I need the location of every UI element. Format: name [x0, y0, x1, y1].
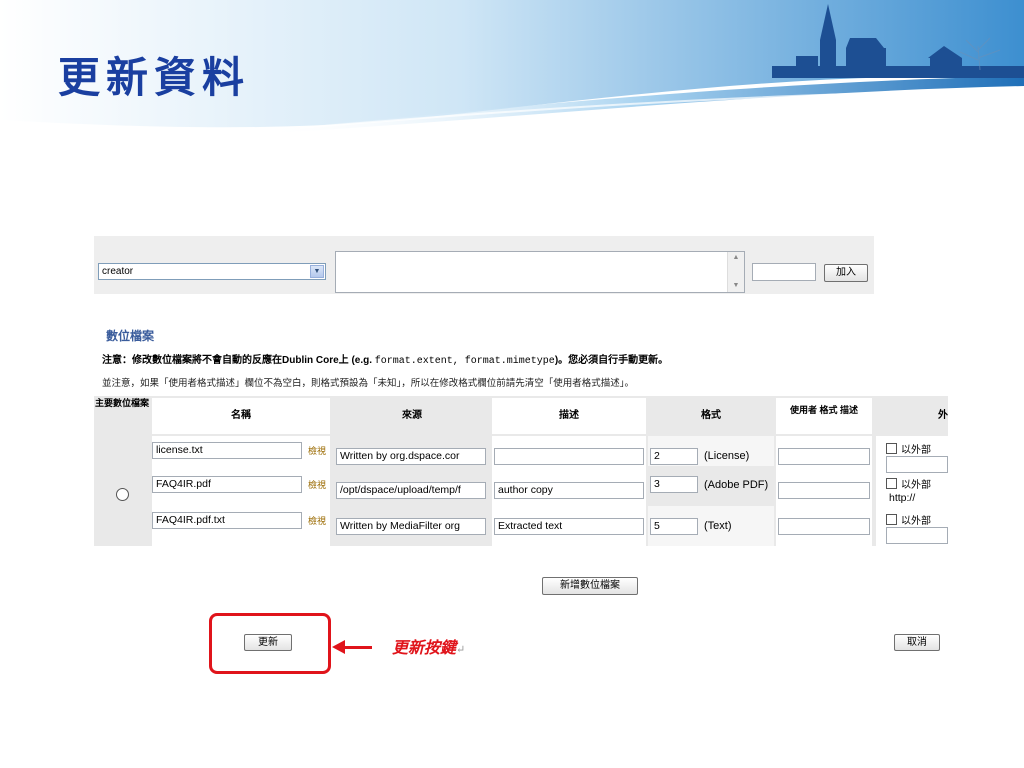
- primary-bitstream-radio[interactable]: [116, 488, 129, 501]
- bitstream-description-input[interactable]: author copy: [494, 482, 644, 499]
- add-bitstream-button[interactable]: 新增數位檔案: [542, 577, 638, 595]
- metadata-field-select-value: creator: [102, 266, 134, 277]
- col-header-name: 名稱: [152, 398, 330, 434]
- external-checkbox[interactable]: [886, 478, 897, 489]
- chevron-down-icon[interactable]: ▼: [310, 265, 324, 278]
- note-code: format.extent, format.mimetype: [374, 356, 555, 367]
- external-url-input[interactable]: [886, 527, 948, 544]
- metadata-field-select[interactable]: creator ▼: [98, 263, 326, 280]
- bitstreams-table: 主要數位檔案 名稱 來源 描述 格式 使用者 格式 描述 外 license.t…: [94, 396, 948, 546]
- scroll-up-icon[interactable]: ▲: [728, 252, 744, 264]
- bitstream-format-id-input[interactable]: 2: [650, 448, 698, 465]
- user-format-input[interactable]: [778, 482, 870, 499]
- note-prefix: 注意：修改數位檔案將不會自動的反應在Dublin Core上 (e.g.: [102, 355, 375, 366]
- bitstreams-secondary-note: 並注意，如果「使用者格式描述」欄位不為空白，則格式預設為「未知」，所以在修改格式…: [102, 378, 635, 389]
- bitstream-format-label: (Adobe PDF): [704, 479, 769, 491]
- bitstream-source-input[interactable]: Written by MediaFilter org: [336, 518, 486, 535]
- return-mark: ↵: [456, 643, 466, 656]
- bitstream-name-input[interactable]: license.txt: [152, 442, 302, 459]
- bitstream-description-input[interactable]: [494, 448, 644, 465]
- update-button[interactable]: 更新: [244, 634, 292, 651]
- textarea-scrollbar[interactable]: ▲ ▼: [727, 252, 744, 292]
- callout-arrow-shaft: [344, 646, 372, 649]
- col-header-primary: 主要數位檔案: [94, 398, 149, 408]
- slide-title: 更新資料: [58, 53, 251, 102]
- bitstreams-heading: 數位檔案: [106, 329, 155, 343]
- external-url-input[interactable]: http://: [886, 491, 948, 508]
- col-header-source: 來源: [402, 410, 422, 421]
- user-format-input[interactable]: [778, 448, 870, 465]
- metadata-language-input[interactable]: [752, 263, 816, 281]
- bitstreams-note: 注意：修改數位檔案將不會自動的反應在Dublin Core上 (e.g. for…: [102, 351, 668, 367]
- bitstream-description-input[interactable]: Extracted text: [494, 518, 644, 535]
- note-suffix: )。您必須自行手動更新。: [554, 355, 669, 366]
- view-link[interactable]: 檢視: [308, 514, 326, 527]
- add-metadata-button[interactable]: 加入: [824, 264, 868, 282]
- scroll-down-icon[interactable]: ▼: [728, 280, 744, 292]
- metadata-add-row: creator ▼ ▲ ▼ 加入: [94, 236, 874, 294]
- external-url-input[interactable]: [886, 456, 948, 473]
- col-header-user-format: 使用者 格式 描述: [776, 398, 872, 434]
- external-checkbox[interactable]: [886, 514, 897, 525]
- view-link[interactable]: 檢視: [308, 444, 326, 457]
- bitstream-name-input[interactable]: FAQ4IR.pdf: [152, 476, 302, 493]
- col-header-format: 格式: [701, 410, 721, 421]
- dspace-edit-screenshot: creator ▼ ▲ ▼ 加入 數位檔案 注意：修改數位檔案將不會自動的反應在…: [94, 236, 948, 676]
- external-checkbox[interactable]: [886, 443, 897, 454]
- callout-label: 更新按鍵↵: [392, 638, 466, 657]
- col-header-external: 外: [938, 410, 948, 421]
- cancel-button[interactable]: 取消: [894, 634, 940, 651]
- bitstream-name-input[interactable]: FAQ4IR.pdf.txt: [152, 512, 302, 529]
- bitstream-format-id-input[interactable]: 5: [650, 518, 698, 535]
- bitstream-source-input[interactable]: /opt/dspace/upload/temp/f: [336, 482, 486, 499]
- bitstream-format-label: (License): [704, 450, 750, 462]
- bitstream-format-label: (Text): [704, 520, 732, 532]
- bitstream-source-input[interactable]: Written by org.dspace.cor: [336, 448, 486, 465]
- external-checkbox-label[interactable]: 以外部: [886, 441, 931, 456]
- view-link[interactable]: 檢視: [308, 478, 326, 491]
- col-header-description: 描述: [492, 398, 646, 434]
- external-checkbox-label[interactable]: 以外部: [886, 476, 931, 491]
- external-checkbox-label[interactable]: 以外部: [886, 512, 931, 527]
- user-format-input[interactable]: [778, 518, 870, 535]
- metadata-value-textarea[interactable]: ▲ ▼: [335, 251, 745, 293]
